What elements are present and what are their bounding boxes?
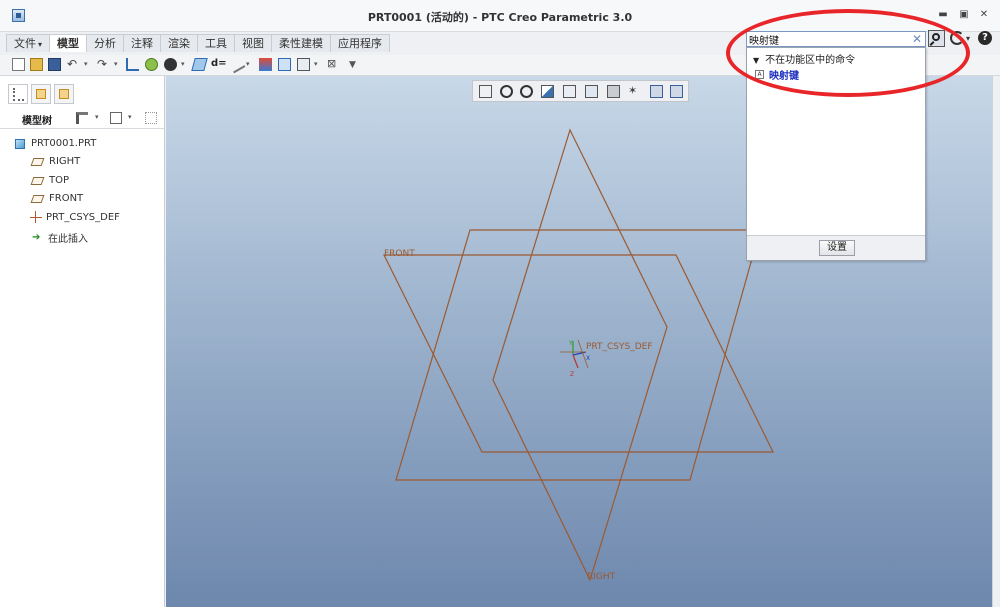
vertical-scrollbar[interactable]: [992, 76, 1000, 607]
tree-item-label: RIGHT: [49, 156, 81, 167]
tree-item-top[interactable]: TOP: [30, 175, 70, 186]
folder-browser-tab[interactable]: [31, 84, 51, 104]
tools-icon[interactable]: [76, 112, 88, 124]
top-datum-plane: [395, 229, 761, 481]
csys-triad: [560, 339, 589, 369]
relations-icon[interactable]: d=: [211, 58, 227, 71]
tab-flexible-modeling[interactable]: 柔性建模: [271, 34, 332, 52]
datum-plane-icon: [30, 194, 45, 203]
folder-icon: [36, 89, 46, 99]
close-window-icon[interactable]: ⊠: [327, 58, 340, 71]
tab-file-label: 文件: [14, 37, 36, 50]
model-tree-filter-icon[interactable]: [278, 58, 291, 71]
graphics-toolbar: ✶: [472, 80, 689, 102]
saved-views-icon[interactable]: [585, 85, 598, 98]
favorites-tab[interactable]: [54, 84, 74, 104]
save-icon[interactable]: [48, 58, 61, 71]
tree-icon: [13, 88, 24, 101]
settings-icon[interactable]: [110, 112, 122, 124]
display-style-icon[interactable]: [164, 58, 177, 71]
datum-plane-icon: [30, 176, 45, 185]
tab-annotate[interactable]: 注释: [123, 34, 162, 52]
tree-item-csys[interactable]: PRT_CSYS_DEF: [30, 211, 120, 223]
maximize-button[interactable]: ▣: [958, 9, 970, 21]
axis-x-label: X: [586, 355, 590, 362]
tree-item-label: PRT_CSYS_DEF: [46, 211, 120, 223]
datum-display-filters-icon[interactable]: [650, 85, 663, 98]
dropdown-footer: 设置: [747, 235, 925, 260]
zoom-out-icon[interactable]: [520, 85, 533, 98]
open-folder-icon[interactable]: [30, 58, 43, 71]
tree-item-part[interactable]: PRT0001.PRT: [15, 138, 96, 149]
view-manager-icon[interactable]: [607, 85, 620, 98]
appearance-icon[interactable]: [145, 58, 158, 71]
navigator-tabs: [8, 84, 77, 104]
csys-label: PRT_CSYS_DEF: [586, 342, 653, 352]
tree-item-label: 在此插入: [48, 234, 88, 245]
perspective-view-icon[interactable]: ✶: [628, 85, 641, 98]
window-dropdown-icon[interactable]: ▾: [314, 60, 318, 68]
tab-applications[interactable]: 应用程序: [330, 34, 391, 52]
close-button[interactable]: ✕: [978, 9, 990, 21]
right-plane-label: RIGHT: [587, 572, 616, 582]
redo-dropdown-icon[interactable]: ▾: [114, 60, 118, 68]
tools-dropdown-icon[interactable]: ▾: [95, 113, 99, 121]
datum-plane-icon: [30, 157, 45, 166]
tab-tools[interactable]: 工具: [197, 34, 236, 52]
settings-button[interactable]: 设置: [819, 240, 855, 256]
axis-y-label: Y: [568, 340, 573, 347]
regenerate-icon[interactable]: [126, 58, 139, 71]
tab-render[interactable]: 渲染: [160, 34, 199, 52]
tree-item-label: TOP: [49, 175, 70, 186]
render-icon[interactable]: [259, 58, 272, 71]
annotation-circle: [726, 9, 970, 97]
undo-icon[interactable]: ↶: [67, 58, 80, 71]
minimize-button[interactable]: ▬: [937, 9, 949, 21]
insert-here-icon: ➔: [32, 232, 41, 243]
model-tree-header: 模型树 ▾ ▾: [0, 107, 164, 129]
tab-analysis[interactable]: 分析: [86, 34, 125, 52]
part-icon: [15, 138, 25, 149]
axis-z-label: Z: [570, 371, 574, 378]
csys-icon: [30, 211, 42, 223]
tree-item-front[interactable]: FRONT: [30, 193, 84, 204]
tab-file[interactable]: 文件 ▾: [6, 34, 51, 52]
window-icon[interactable]: [297, 58, 310, 71]
undo-dropdown-icon[interactable]: ▾: [84, 60, 88, 68]
model-tree-panel: 模型树 ▾ ▾ PRT0001.PRT RIGHT TOP FRONT PRT_…: [0, 76, 165, 607]
show-icon[interactable]: [145, 112, 157, 124]
model-tree-title: 模型树: [22, 116, 52, 127]
display-style-dropdown-icon[interactable]: ▾: [181, 60, 185, 68]
measure-dropdown-icon[interactable]: ▾: [246, 60, 250, 68]
tree-item-label: FRONT: [49, 193, 84, 204]
annotation-display-icon[interactable]: [670, 85, 683, 98]
settings-dropdown-icon[interactable]: ▾: [128, 113, 132, 121]
chevron-down-icon: ▾: [38, 40, 43, 49]
ribbon-tabs: 文件 ▾ 模型 分析 注释 渲染 工具 视图 柔性建模 应用程序: [6, 34, 391, 52]
new-file-icon[interactable]: [12, 58, 25, 71]
help-icon[interactable]: ?: [978, 31, 992, 45]
zoom-in-icon[interactable]: [500, 85, 513, 98]
tab-view[interactable]: 视图: [234, 34, 273, 52]
redo-icon[interactable]: ↷: [97, 58, 110, 71]
front-plane-label: FRONT: [384, 249, 415, 259]
model-tree-tab[interactable]: [8, 84, 28, 104]
refit-icon[interactable]: [479, 85, 492, 98]
chevron-down-icon[interactable]: ▾: [966, 34, 970, 43]
tree-item-label: PRT0001.PRT: [31, 138, 97, 149]
tree-item-insert-here[interactable]: ➔ 在此插入: [30, 230, 88, 246]
customize-toolbar-icon[interactable]: ▼: [349, 60, 356, 70]
right-datum-plane: [492, 128, 668, 582]
favorites-icon: [59, 89, 69, 99]
display-style-view-icon[interactable]: [563, 85, 576, 98]
tree-item-right[interactable]: RIGHT: [30, 156, 81, 167]
repaint-icon[interactable]: [541, 85, 554, 98]
tab-model[interactable]: 模型: [49, 34, 88, 52]
